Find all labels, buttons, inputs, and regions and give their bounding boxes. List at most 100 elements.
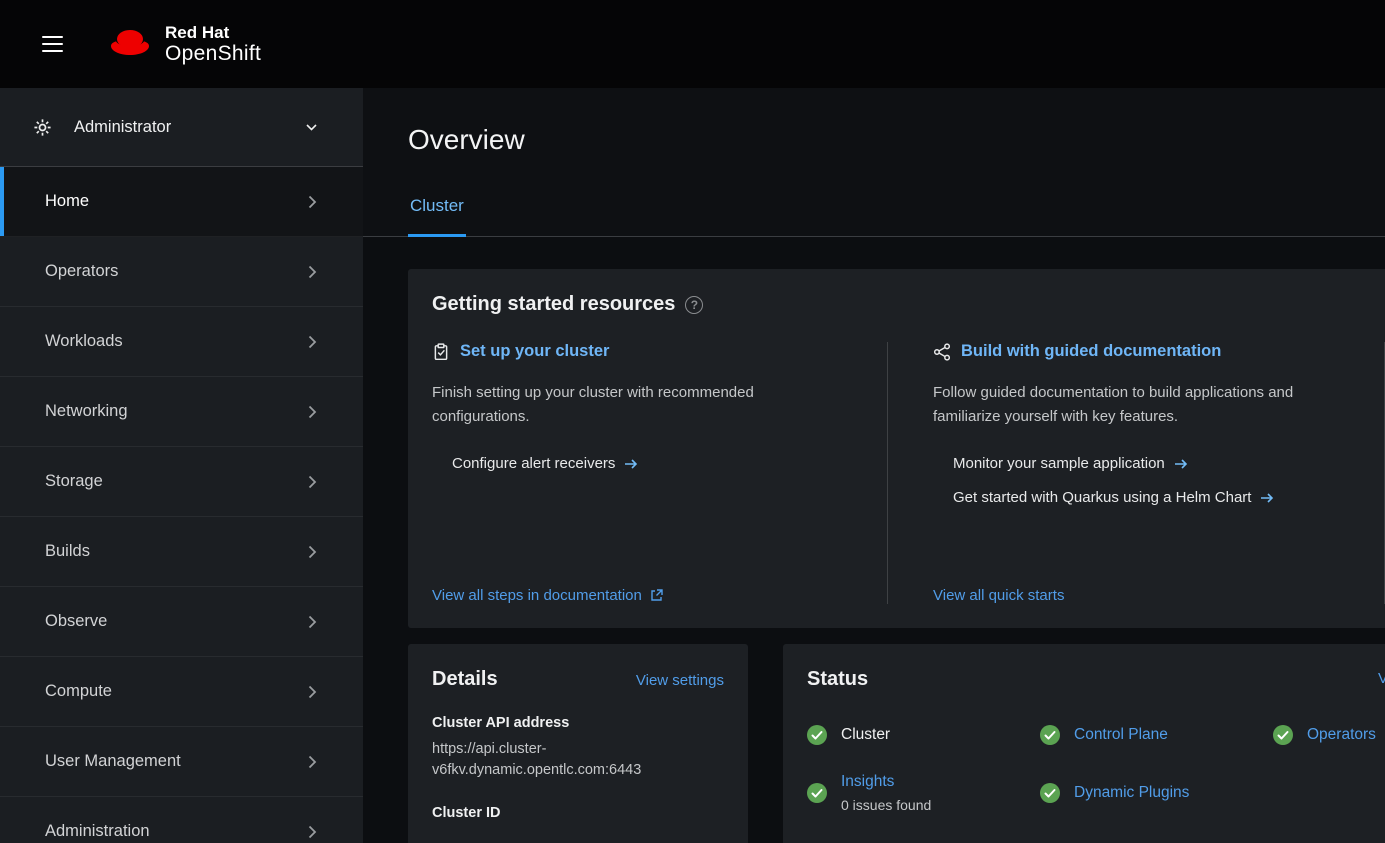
status-label-operators[interactable]: Operators (1307, 726, 1376, 744)
check-circle-icon (1040, 783, 1060, 803)
overview-cards-row: Details View settings Cluster API addres… (408, 644, 1385, 843)
sidebar-item-builds[interactable]: Builds (0, 517, 363, 587)
chevron-right-icon (308, 755, 317, 769)
perspective-label: Administrator (74, 118, 171, 137)
setup-cluster-column: Set up your cluster Finish setting up yo… (432, 342, 887, 604)
chevron-right-icon (308, 405, 317, 419)
link-label: Get started with Quarkus using a Helm Ch… (953, 489, 1251, 506)
sidebar-item-administration[interactable]: Administration (0, 797, 363, 843)
red-hat-fedora-icon (107, 26, 153, 62)
view-settings-link[interactable]: View settings (636, 672, 724, 689)
chevron-right-icon (308, 825, 317, 839)
sidebar-item-observe[interactable]: Observe (0, 587, 363, 657)
perspective-switcher[interactable]: Administrator (0, 88, 363, 167)
brand-redhat: Red Hat (165, 23, 261, 42)
guided-documentation-title[interactable]: Build with guided documentation (961, 342, 1221, 361)
guided-documentation-column: Build with guided documentation Follow g… (887, 342, 1384, 604)
status-item-dynamic-plugins: Dynamic Plugins (1040, 773, 1273, 813)
status-item-operators: Operators (1273, 725, 1385, 745)
configure-alert-receivers-link[interactable]: Configure alert receivers (452, 455, 857, 472)
sidebar-item-storage[interactable]: Storage (0, 447, 363, 517)
insights-issues-count: 0 issues found (841, 797, 931, 813)
main-layout: Administrator Home Operators Workloads (0, 88, 1385, 843)
link-label: View all steps in documentation (432, 587, 642, 604)
chevron-right-icon (308, 265, 317, 279)
getting-started-header: Getting started resources ? (432, 293, 1385, 316)
tab-content: Getting started resources ? Se (363, 237, 1385, 843)
sidebar-item-label: Workloads (45, 332, 123, 351)
link-label: Configure alert receivers (452, 455, 615, 472)
status-item-insights: Insights 0 issues found (807, 773, 1040, 813)
view-all-quick-starts-link[interactable]: View all quick starts (933, 587, 1354, 604)
arrow-right-icon (624, 458, 638, 470)
status-item-control-plane: Control Plane (1040, 725, 1273, 745)
sidebar-item-label: Operators (45, 262, 118, 281)
sidebar-item-label: Builds (45, 542, 90, 561)
help-icon[interactable]: ? (685, 296, 703, 314)
guided-documentation-description: Follow guided documentation to build app… (933, 381, 1353, 429)
setup-cluster-description: Finish setting up your cluster with reco… (432, 381, 852, 429)
cluster-api-address-label: Cluster API address (432, 715, 724, 731)
tab-bar: Cluster (363, 186, 1385, 237)
sidebar-item-label: Networking (45, 402, 128, 421)
view-all-steps-link[interactable]: View all steps in documentation (432, 587, 857, 604)
guided-documentation-heading: Build with guided documentation (933, 342, 1354, 361)
masthead: Red Hat OpenShift (0, 0, 1385, 88)
openshift-console: Red Hat OpenShift Administrator Home (0, 0, 1385, 843)
sidebar-item-label: Observe (45, 612, 107, 631)
chevron-right-icon (308, 335, 317, 349)
sidebar-item-label: Home (45, 192, 89, 211)
check-circle-icon (807, 725, 827, 745)
sidebar-item-label: Administration (45, 822, 150, 841)
sidebar-item-label: Storage (45, 472, 103, 491)
gear-icon (33, 118, 52, 137)
check-circle-icon (1273, 725, 1293, 745)
view-alerts-link[interactable]: View alerts (1378, 670, 1385, 687)
external-link-icon (650, 589, 663, 602)
getting-started-title: Getting started resources (432, 293, 675, 316)
quarkus-helm-chart-link[interactable]: Get started with Quarkus using a Helm Ch… (953, 489, 1354, 506)
chevron-right-icon (308, 545, 317, 559)
sidebar-item-workloads[interactable]: Workloads (0, 307, 363, 377)
sidebar-item-compute[interactable]: Compute (0, 657, 363, 727)
getting-started-card: Getting started resources ? Se (408, 269, 1385, 628)
getting-started-columns: Set up your cluster Finish setting up yo… (432, 342, 1385, 604)
sidebar-nav: Home Operators Workloads Networking Stor… (0, 167, 363, 843)
content-area: Overview Cluster Getting started resourc… (363, 88, 1385, 843)
status-grid: Cluster Control Plane (807, 725, 1385, 813)
link-label: Monitor your sample application (953, 455, 1165, 472)
sidebar: Administrator Home Operators Workloads (0, 88, 363, 843)
setup-cluster-title[interactable]: Set up your cluster (460, 342, 609, 361)
chevron-right-icon (308, 615, 317, 629)
sidebar-item-label: User Management (45, 752, 181, 771)
insights-text: Insights 0 issues found (841, 773, 931, 813)
sidebar-item-home[interactable]: Home (0, 167, 363, 237)
sidebar-item-networking[interactable]: Networking (0, 377, 363, 447)
chevron-down-icon (306, 124, 317, 131)
chevron-right-icon (308, 475, 317, 489)
status-item-cluster: Cluster (807, 725, 1040, 745)
link-label: View all quick starts (933, 587, 1064, 604)
guided-route-icon (933, 343, 951, 361)
chevron-right-icon (308, 195, 317, 209)
status-title: Status (807, 668, 868, 691)
status-label-cluster: Cluster (841, 726, 890, 744)
status-label-insights[interactable]: Insights (841, 773, 894, 790)
sidebar-item-user-management[interactable]: User Management (0, 727, 363, 797)
status-label-dynamic-plugins[interactable]: Dynamic Plugins (1074, 784, 1189, 802)
status-label-control-plane[interactable]: Control Plane (1074, 726, 1168, 744)
checklist-icon (432, 343, 450, 361)
cluster-id-label: Cluster ID (432, 805, 724, 821)
nav-toggle-button[interactable] (32, 26, 73, 63)
sidebar-item-operators[interactable]: Operators (0, 237, 363, 307)
check-circle-icon (1040, 725, 1060, 745)
page-header: Overview (363, 88, 1385, 156)
cluster-api-address-value: https://api.cluster-v6fkv.dynamic.opentl… (432, 739, 724, 781)
details-header: Details View settings (432, 668, 724, 691)
tab-cluster[interactable]: Cluster (408, 186, 466, 237)
page-title: Overview (408, 124, 1385, 156)
details-title: Details (432, 668, 498, 691)
monitor-sample-application-link[interactable]: Monitor your sample application (953, 455, 1354, 472)
arrow-right-icon (1260, 492, 1274, 504)
redhat-openshift-logo[interactable]: Red Hat OpenShift (107, 23, 261, 66)
